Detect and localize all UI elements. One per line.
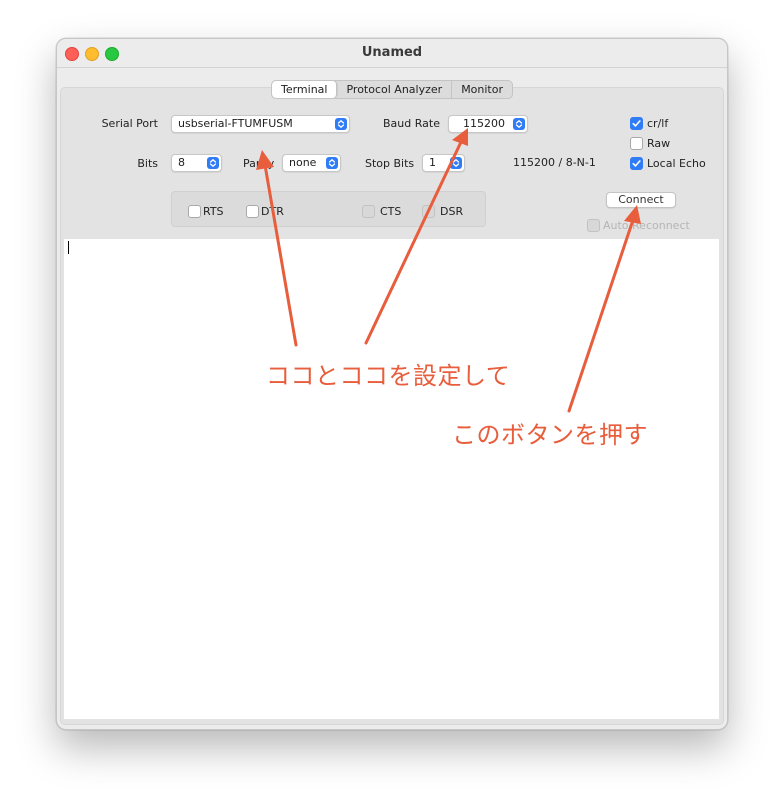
annotation-press-button: このボタンを押す xyxy=(452,421,648,449)
dtr-checkbox[interactable] xyxy=(246,205,259,218)
text-caret xyxy=(68,241,69,254)
chevron-updown-icon xyxy=(450,157,462,169)
annotation-set-here: ココとココを設定して xyxy=(266,362,511,390)
parity-label: Parity xyxy=(243,157,275,170)
chevron-updown-icon xyxy=(335,118,347,130)
baud-rate-label: Baud Rate xyxy=(383,117,440,130)
rts-checkbox[interactable] xyxy=(188,205,201,218)
terminal-output[interactable] xyxy=(64,239,719,719)
serial-port-popup[interactable]: usbserial-FTUMFUSM xyxy=(171,115,350,133)
cts-label: CTS xyxy=(380,205,402,218)
serial-port-value: usbserial-FTUMFUSM xyxy=(178,117,293,130)
chevron-updown-icon xyxy=(513,118,525,130)
local-echo-checkbox[interactable] xyxy=(630,157,643,170)
cts-indicator xyxy=(362,205,375,218)
stop-bits-value: 1 xyxy=(429,156,436,169)
dsr-indicator xyxy=(422,205,435,218)
tab-bar: Terminal Protocol Analyzer Monitor xyxy=(57,80,727,99)
serial-port-label: Serial Port xyxy=(101,117,158,130)
crlf-label: cr/lf xyxy=(647,117,669,130)
bits-label: Bits xyxy=(137,157,158,170)
crlf-checkbox[interactable] xyxy=(630,117,643,130)
dtr-label: DTR xyxy=(261,205,284,218)
rts-label: RTS xyxy=(203,205,224,218)
raw-checkbox[interactable] xyxy=(630,137,643,150)
baud-rate-popup[interactable]: 115200 xyxy=(448,115,528,133)
connect-button[interactable]: Connect xyxy=(606,192,676,208)
tab-terminal[interactable]: Terminal xyxy=(271,81,338,98)
stop-bits-label: Stop Bits xyxy=(365,157,415,170)
chevron-updown-icon xyxy=(326,157,338,169)
bits-value: 8 xyxy=(178,156,185,169)
stop-bits-popup[interactable]: 1 xyxy=(422,154,465,172)
auto-reconnect-checkbox[interactable] xyxy=(587,219,600,232)
bits-popup[interactable]: 8 xyxy=(171,154,222,172)
tab-protocol-analyzer[interactable]: Protocol Analyzer xyxy=(337,81,453,98)
local-echo-label: Local Echo xyxy=(647,157,706,170)
parity-popup[interactable]: none xyxy=(282,154,341,172)
raw-label: Raw xyxy=(647,137,671,150)
parity-value: none xyxy=(289,156,317,169)
screenshot: Unamed Terminal Protocol Analyzer Monito… xyxy=(0,0,782,803)
signal-lines-group: RTS DTR CTS DSR xyxy=(171,191,486,227)
auto-reconnect-label: Auto Reconnect xyxy=(603,219,690,232)
tab-monitor[interactable]: Monitor xyxy=(452,81,512,98)
baud-rate-value: 115200 xyxy=(463,117,505,130)
title-bar: Unamed xyxy=(57,39,727,68)
chevron-updown-icon xyxy=(207,157,219,169)
window-title: Unamed xyxy=(361,45,423,60)
dsr-label: DSR xyxy=(440,205,464,218)
serial-summary: 115200 / 8-N-1 xyxy=(513,156,596,169)
